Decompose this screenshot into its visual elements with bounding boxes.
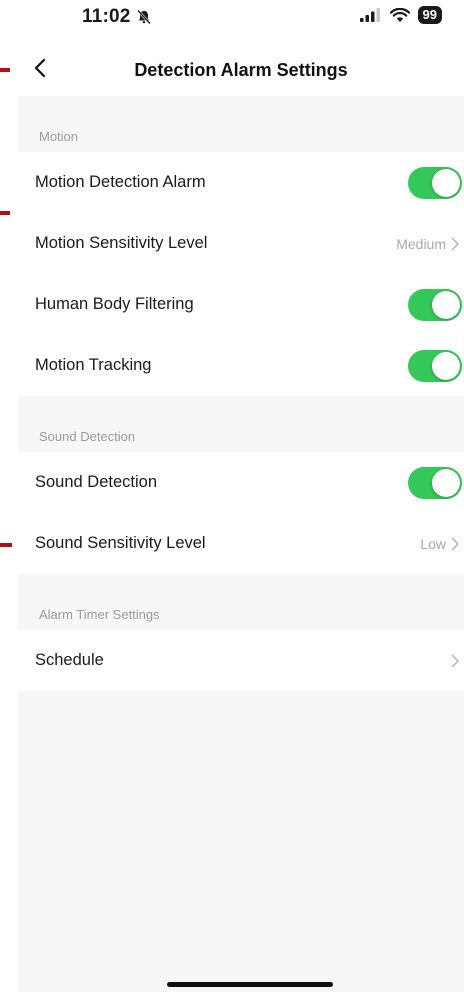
edge-marker [0, 543, 12, 547]
battery-indicator: 99 [417, 6, 442, 24]
row-label: Sound Detection [35, 473, 158, 491]
row-schedule[interactable]: Schedule [18, 630, 464, 691]
status-bar: 11:02 99 [18, 0, 464, 40]
row-label: Sound Sensitivity Level [35, 534, 206, 552]
signal-icon [359, 8, 380, 22]
row-human-body-filtering: Human Body Filtering [18, 274, 464, 335]
section-header-sound: Sound Detection [39, 429, 136, 444]
row-sound-detection: Sound Detection [18, 452, 464, 513]
human-body-filtering-toggle[interactable] [408, 288, 462, 321]
toggle-knob [432, 290, 460, 319]
motion-sensitivity-value: Medium [396, 235, 446, 252]
row-label: Motion Tracking [35, 356, 152, 374]
section-header-alarm-timer: Alarm Timer Settings [39, 607, 160, 622]
sound-detection-toggle[interactable] [408, 466, 462, 499]
edge-marker [0, 211, 10, 215]
status-time: 11:02 [82, 6, 131, 27]
chevron-right-icon [451, 237, 459, 250]
wifi-icon [389, 7, 410, 22]
edge-marker [0, 68, 10, 72]
motion-detection-alarm-toggle[interactable] [408, 166, 462, 199]
toggle-knob [432, 351, 460, 380]
section-header-motion: Motion [39, 129, 79, 144]
screen: 11:02 99 Detection Alarm Settings Motion… [0, 0, 464, 992]
row-motion-tracking: Motion Tracking [18, 335, 464, 396]
row-motion-detection-alarm: Motion Detection Alarm [18, 152, 464, 213]
home-indicator[interactable] [167, 982, 333, 987]
sound-sensitivity-value: Low [420, 535, 446, 552]
chevron-right-icon [451, 654, 459, 667]
row-label: Motion Detection Alarm [35, 173, 206, 191]
settings-list: Motion Motion Detection Alarm Motion Sen… [18, 96, 464, 992]
row-label: Schedule [35, 651, 104, 669]
toggle-knob [432, 468, 460, 497]
page-title: Detection Alarm Settings [134, 60, 348, 80]
motion-tracking-toggle[interactable] [408, 349, 462, 382]
chevron-right-icon [451, 537, 459, 550]
nav-header: Detection Alarm Settings [18, 40, 464, 96]
left-edge-strip [0, 0, 18, 992]
toggle-knob [432, 168, 460, 197]
row-label: Motion Sensitivity Level [35, 234, 208, 252]
row-label: Human Body Filtering [35, 295, 194, 313]
bell-slash-icon [137, 9, 151, 25]
row-motion-sensitivity-level[interactable]: Motion Sensitivity Level Medium [18, 213, 464, 274]
status-indicators: 99 [359, 6, 442, 24]
row-sound-sensitivity-level[interactable]: Sound Sensitivity Level Low [18, 513, 464, 574]
